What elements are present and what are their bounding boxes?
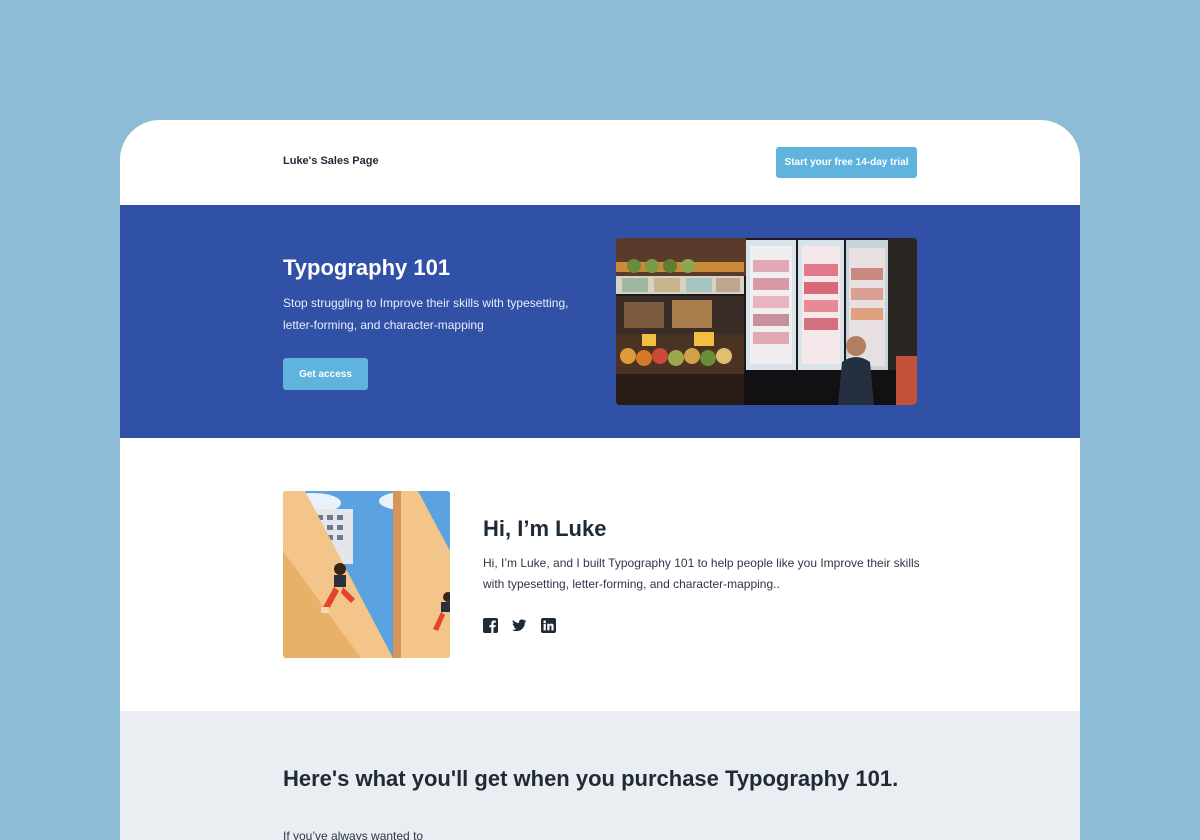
social-links <box>483 618 556 633</box>
hero-subtitle: Stop struggling to Improve their skills … <box>283 296 569 332</box>
about-section: Hi, I’m Luke Hi, I’m Luke, and I built T… <box>120 438 1080 711</box>
brand-name[interactable]: Luke's Sales Page <box>283 155 379 167</box>
hero-title: Typography 101 <box>283 255 451 280</box>
person-sitting-photo <box>283 491 450 658</box>
features-title: Here's what you'll get when you purchase… <box>283 766 899 791</box>
site-header: Luke's Sales Page Start your free 14-day… <box>120 120 1080 205</box>
features-text: If you’ve always wanted to <box>283 829 424 840</box>
linkedin-icon[interactable] <box>541 618 556 633</box>
market-shop-photo <box>616 238 917 405</box>
about-text: Hi, I’m Luke, and I built Typography 101… <box>483 556 920 591</box>
features-section: Here's what you'll get when you purchase… <box>120 711 1080 840</box>
about-title: Hi, I’m Luke <box>483 516 607 541</box>
hero-section: Typography 101 Stop struggling to Improv… <box>120 205 1080 438</box>
get-access-button[interactable]: Get access <box>283 358 368 390</box>
page-window: Luke's Sales Page Start your free 14-day… <box>120 120 1080 840</box>
start-trial-button[interactable]: Start your free 14-day trial <box>776 147 917 178</box>
twitter-icon[interactable] <box>512 618 527 633</box>
facebook-icon[interactable] <box>483 618 498 633</box>
